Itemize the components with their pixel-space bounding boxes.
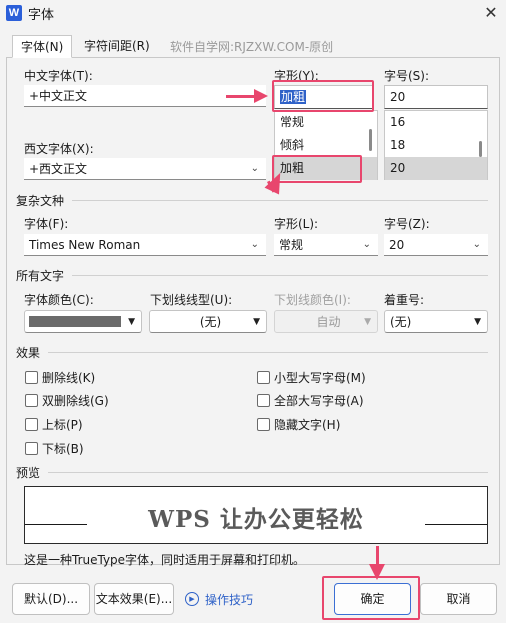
watermark-text: 软件自学网:RJZXW.COM-原创 xyxy=(170,40,334,54)
complex-size-value: 20 xyxy=(389,238,405,252)
hidden-text-label: 隐藏文字(H) xyxy=(274,418,341,432)
double-strikethrough-label: 双删除线(G) xyxy=(42,394,109,408)
superscript-label: 上标(P) xyxy=(42,418,83,432)
caret-down-icon: ▼ xyxy=(474,317,481,327)
tips-link[interactable]: 操作技巧 xyxy=(205,591,253,608)
annotation-highlight-box xyxy=(322,576,420,620)
complex-font-value: Times New Roman xyxy=(29,238,141,252)
emphasis-label: 着重号: xyxy=(384,293,425,307)
western-font-label: 西文字体(X): xyxy=(24,142,94,156)
preview-sample-text: WPS 让办公更轻松 xyxy=(148,506,364,533)
emphasis-value: (无) xyxy=(390,315,412,329)
list-item[interactable]: 倾斜 xyxy=(275,134,377,157)
emphasis-select[interactable]: (无) ▼ xyxy=(384,310,488,333)
subscript-label: 下标(B) xyxy=(42,442,84,456)
chinese-font-value: +中文正文 xyxy=(29,89,88,103)
text-effects-button[interactable]: 文本效果(E)... xyxy=(94,583,174,615)
annotation-arrow xyxy=(376,546,379,566)
scrollbar-thumb[interactable] xyxy=(369,129,372,151)
small-caps-label: 小型大写字母(M) xyxy=(274,371,366,385)
complex-group-title: 复杂文种 xyxy=(16,194,65,208)
complex-size-select[interactable]: 20 ⌄ xyxy=(384,234,488,256)
small-caps-checkbox[interactable] xyxy=(257,371,270,384)
chevron-down-icon: ⌄ xyxy=(362,239,371,250)
font-color-label: 字体颜色(C): xyxy=(24,293,94,307)
size-label: 字号(S): xyxy=(384,69,430,83)
western-font-select[interactable]: +西文正文 ⌄ xyxy=(24,158,266,180)
underline-color-select: 自动 ▼ xyxy=(274,310,378,333)
font-color-picker[interactable]: ▼ xyxy=(24,310,142,333)
all-caps-checkbox[interactable] xyxy=(257,394,270,407)
hidden-text-checkbox[interactable] xyxy=(257,418,270,431)
preview-group-title: 预览 xyxy=(16,466,41,480)
group-divider xyxy=(72,275,488,276)
underline-color-value: 自动 xyxy=(316,315,341,329)
title-bar: W 字体 ✕ xyxy=(0,0,506,26)
tab-char-spacing[interactable]: 字符间距(R) xyxy=(76,35,158,58)
size-input[interactable]: 20 xyxy=(384,85,488,109)
western-font-value: +西文正文 xyxy=(29,162,88,176)
preview-baseline-right xyxy=(425,524,487,525)
complex-font-select[interactable]: Times New Roman ⌄ xyxy=(24,234,266,256)
chevron-down-icon: ⌄ xyxy=(250,239,259,250)
preview-note: 这是一种TrueType字体，同时适用于屏幕和打印机。 xyxy=(24,553,306,567)
chinese-font-label: 中文字体(T): xyxy=(24,69,93,83)
list-item[interactable]: 18 xyxy=(385,134,487,157)
chevron-down-icon: ⌄ xyxy=(472,239,481,250)
play-help-icon[interactable]: ▶ xyxy=(185,592,199,606)
underline-color-label: 下划线颜色(I): xyxy=(274,293,351,307)
group-divider xyxy=(48,352,488,353)
group-divider xyxy=(48,472,488,473)
complex-style-label: 字形(L): xyxy=(274,217,319,231)
underline-style-value: (无) xyxy=(199,315,222,329)
strikethrough-label: 删除线(K) xyxy=(42,371,96,385)
complex-font-label: 字体(F): xyxy=(24,217,69,231)
scrollbar-thumb[interactable] xyxy=(479,141,482,157)
chevron-down-icon: ⌄ xyxy=(250,163,259,174)
close-icon[interactable]: ✕ xyxy=(480,2,502,24)
caret-down-icon: ▼ xyxy=(364,317,371,327)
preview-box: WPS 让办公更轻松 xyxy=(24,486,488,544)
annotation-arrow-head xyxy=(369,564,385,580)
superscript-checkbox[interactable] xyxy=(25,418,38,431)
font-color-swatch xyxy=(29,316,121,327)
list-item-selected[interactable]: 20 xyxy=(385,157,487,180)
group-divider xyxy=(72,200,488,201)
default-button[interactable]: 默认(D)... xyxy=(12,583,90,615)
all-text-group-title: 所有文字 xyxy=(16,269,65,283)
list-item[interactable]: 16 xyxy=(385,111,487,134)
complex-style-value: 常规 xyxy=(279,238,304,252)
all-caps-label: 全部大写字母(A) xyxy=(274,394,364,408)
double-strikethrough-checkbox[interactable] xyxy=(25,394,38,407)
caret-down-icon: ▼ xyxy=(128,317,135,327)
complex-size-label: 字号(Z): xyxy=(384,217,430,231)
annotation-arrow-head xyxy=(254,89,268,103)
underline-style-label: 下划线线型(U): xyxy=(150,293,233,307)
caret-down-icon: ▼ xyxy=(253,317,260,327)
size-listbox[interactable]: 16 18 20 xyxy=(384,110,488,180)
complex-style-select[interactable]: 常规 ⌄ xyxy=(274,234,378,256)
wps-app-icon: W xyxy=(6,5,22,21)
annotation-arrow xyxy=(226,95,256,98)
window-title: 字体 xyxy=(28,8,55,23)
tab-font[interactable]: 字体(N) xyxy=(12,35,73,58)
strikethrough-checkbox[interactable] xyxy=(25,371,38,384)
list-item[interactable]: 常规 xyxy=(275,111,377,134)
underline-style-select[interactable]: (无) ▼ xyxy=(149,310,267,333)
cancel-button[interactable]: 取消 xyxy=(420,583,497,615)
subscript-checkbox[interactable] xyxy=(25,442,38,455)
effects-group-title: 效果 xyxy=(16,346,41,360)
annotation-highlight-box xyxy=(272,80,374,112)
